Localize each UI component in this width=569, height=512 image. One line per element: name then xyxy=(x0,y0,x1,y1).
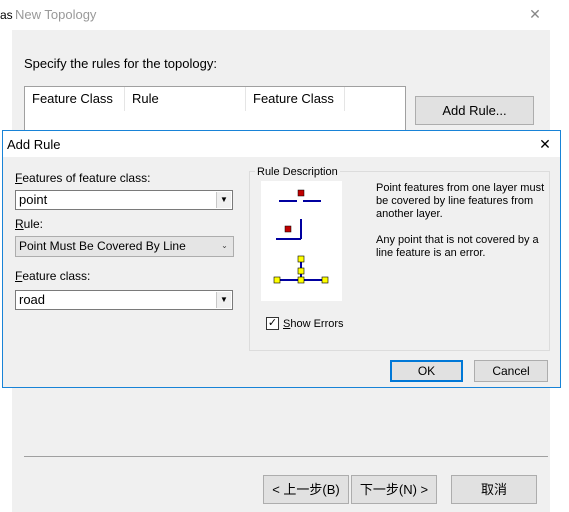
covered-point xyxy=(273,276,281,284)
close-icon[interactable]: ✕ xyxy=(526,4,544,24)
column-header-feature-class-2[interactable]: Feature Class xyxy=(246,87,345,111)
rule-error-text: Any point that is not covered by a line … xyxy=(376,234,539,259)
close-icon[interactable]: ✕ xyxy=(536,134,554,154)
dropdown-value: Point Must Be Covered By Line xyxy=(19,239,186,253)
window-title-fragment: as xyxy=(0,8,13,22)
covered-point xyxy=(321,276,329,284)
instruction-text: Specify the rules for the topology: xyxy=(24,56,217,71)
next-button[interactable]: 下一步(N) > xyxy=(351,475,437,504)
feature-class-label: Feature class: xyxy=(15,269,90,283)
show-errors-checkbox[interactable]: ✓ xyxy=(266,317,279,330)
features-of-feature-class-dropdown[interactable]: point ▼ xyxy=(15,190,233,210)
add-rule-dialog: Add Rule ✕ Features of feature class: po… xyxy=(2,130,561,388)
dropdown-arrow-icon[interactable]: ▼ xyxy=(216,192,231,208)
window-title: New Topology xyxy=(15,7,97,22)
features-of-feature-class-label: Features of feature class: xyxy=(15,171,150,185)
rule-label: Rule: xyxy=(15,217,43,231)
covered-point xyxy=(297,267,305,275)
dialog-titlebar: Add Rule ✕ xyxy=(3,131,560,157)
covered-point xyxy=(297,276,305,284)
covered-point xyxy=(297,255,305,263)
dropdown-value: point xyxy=(19,192,48,207)
column-header-feature-class[interactable]: Feature Class xyxy=(25,87,125,111)
checkmark-icon: ✓ xyxy=(267,317,278,329)
dropdown-value: road xyxy=(19,292,46,307)
ok-button[interactable]: OK xyxy=(390,360,463,382)
rule-illustration xyxy=(261,181,342,301)
label-text: eatures of feature class: xyxy=(22,171,151,185)
add-rule-button[interactable]: Add Rule... xyxy=(415,96,534,125)
label-text: ule: xyxy=(23,217,44,231)
error-point xyxy=(297,189,305,197)
mnemonic: R xyxy=(15,217,24,231)
back-button[interactable]: < 上一步(B) xyxy=(263,475,349,504)
feature-class-dropdown[interactable]: road ▼ xyxy=(15,290,233,310)
dropdown-arrow-icon[interactable]: ▼ xyxy=(216,292,231,308)
new-topology-titlebar: as New Topology ✕ xyxy=(0,0,569,30)
wizard-cancel-button[interactable]: 取消 xyxy=(451,475,537,504)
column-header-rule[interactable]: Rule xyxy=(125,87,246,111)
rule-dropdown[interactable]: Point Must Be Covered By Line ⌄ xyxy=(15,236,234,257)
cancel-button[interactable]: Cancel xyxy=(474,360,548,382)
label-text: how Errors xyxy=(290,318,344,330)
rules-table[interactable]: Feature Class Rule Feature Class xyxy=(24,86,406,136)
rule-diagram-icon xyxy=(273,189,329,284)
show-errors-label[interactable]: Show Errors xyxy=(283,318,344,330)
label-text: eature class: xyxy=(22,269,91,283)
rule-description-text: Point features from one layer must be co… xyxy=(376,182,545,220)
error-point xyxy=(284,225,292,233)
rule-description-title: Rule Description xyxy=(255,166,340,178)
divider xyxy=(24,456,548,457)
dialog-title: Add Rule xyxy=(7,137,61,152)
chevron-down-icon[interactable]: ⌄ xyxy=(217,238,232,254)
